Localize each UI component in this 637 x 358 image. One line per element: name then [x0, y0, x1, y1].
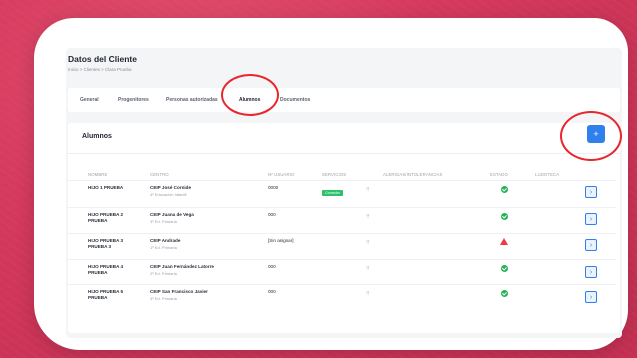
tab-progenitores[interactable]: Progenitores — [118, 97, 149, 103]
user-number: [Sin asignar] — [268, 238, 294, 243]
highlight-ring-alumnos-tab — [221, 74, 279, 116]
center-name: CEIP Juana de Vega — [150, 212, 194, 217]
user-number: 000 — [268, 264, 276, 269]
user-number: 0000 — [268, 185, 279, 190]
open-student-button[interactable]: › — [585, 239, 597, 251]
center-name: CEIP San Francisco Javier — [150, 289, 208, 294]
student-name: HIJO PRUEBA 3 PRUEBA 3 — [88, 238, 124, 249]
center-course: 1º Ed. Primaria — [150, 245, 177, 250]
column-header-nombre: NOMBRE — [88, 172, 108, 177]
status-ok-icon — [501, 265, 508, 272]
user-number: 000 — [268, 289, 276, 294]
center-course: 3º Ed. Primaria — [150, 296, 177, 301]
tab-general[interactable]: General — [80, 97, 99, 103]
breadcrumb: Inicio > Clientes > Clara Prueba — [68, 67, 132, 72]
column-header-usuario: Nº USUARIO — [268, 172, 295, 177]
status-warning-icon — [500, 238, 508, 245]
student-name: HIJO 1 PRUEBA — [88, 185, 124, 190]
grid-icon: ⠿ — [366, 291, 370, 297]
center-name: CEIP Juan Fernández Latorre — [150, 264, 214, 269]
open-student-button[interactable]: › — [585, 291, 597, 303]
grid-icon: ⠿ — [366, 214, 370, 220]
center-name: CEIP José Cornide — [150, 185, 192, 190]
tab-documentos[interactable]: Documentos — [280, 97, 310, 103]
column-header-ludoteca: LUDOTECA — [535, 172, 560, 177]
grid-icon: ⠿ — [366, 266, 370, 272]
panel-title: Alumnos — [82, 133, 112, 140]
student-name: HIJO PRUEBA 2 PRUEBA — [88, 212, 124, 223]
row-separator — [68, 233, 616, 234]
status-ok-icon — [501, 290, 508, 297]
service-badge: Comedor — [322, 190, 343, 196]
row-separator — [68, 180, 616, 181]
student-name: HIJO PRUEBA 4 PRUEBA — [88, 264, 124, 275]
table-row: HIJO PRUEBA 5 PRUEBA CEIP San Francisco … — [68, 288, 620, 314]
page-title: Datos del Cliente — [68, 54, 137, 64]
add-alumno-button[interactable]: + — [587, 125, 605, 143]
grid-icon: ⠿ — [366, 187, 370, 193]
column-header-centro: CENTRO — [150, 172, 169, 177]
center-course: 4º Educación Infantil — [150, 192, 187, 197]
open-student-button[interactable]: › — [585, 186, 597, 198]
student-name: HIJO PRUEBA 5 PRUEBA — [88, 289, 124, 300]
row-separator — [68, 259, 616, 260]
column-header-alergias: ALERGIAS/INTOLERANCIAS — [383, 172, 443, 177]
table-row: HIJO PRUEBA 4 PRUEBA CEIP Juan Fernández… — [68, 263, 620, 289]
center-name: CEIP Andrade — [150, 238, 181, 243]
row-separator — [68, 207, 616, 208]
user-number: 000 — [268, 212, 276, 217]
row-separator — [68, 284, 616, 285]
center-course: 2º Ed. Primaria — [150, 271, 177, 276]
panel-divider — [68, 153, 620, 154]
status-ok-icon — [501, 186, 508, 193]
column-header-estado: ESTADO — [490, 172, 508, 177]
open-student-button[interactable]: › — [585, 213, 597, 225]
open-student-button[interactable]: › — [585, 266, 597, 278]
tabs-bar: General Progenitores Personas autorizada… — [68, 88, 620, 112]
center-course: 3º Ed. Primaria — [150, 219, 177, 224]
grid-icon: ⠿ — [366, 240, 370, 246]
tab-personas-autorizadas[interactable]: Personas autorizadas — [166, 97, 218, 103]
status-ok-icon — [501, 213, 508, 220]
column-header-servicios: SERVICIOS — [322, 172, 347, 177]
